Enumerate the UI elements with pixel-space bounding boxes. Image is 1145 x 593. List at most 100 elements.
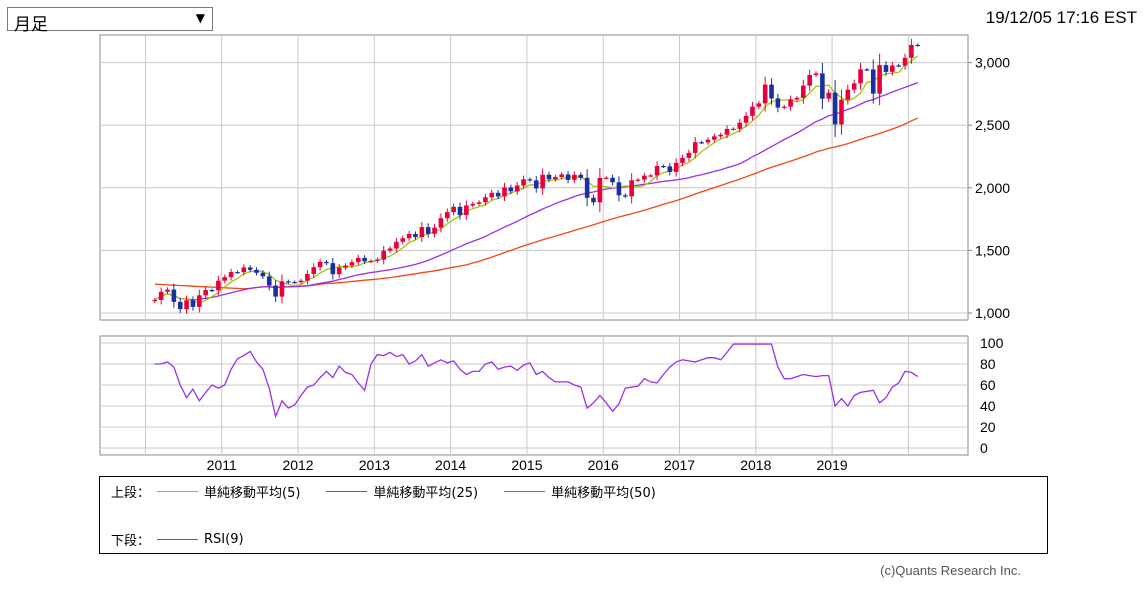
price-panel: [99, 34, 969, 321]
legend-item-sma50: 単純移動平均(50): [504, 482, 656, 501]
candle-body: [235, 272, 240, 274]
legend-swatch-sma25: [326, 491, 368, 492]
candle-body: [603, 177, 609, 179]
candle-body: [597, 177, 603, 203]
candle-body: [781, 106, 787, 108]
legend-label-rsi: RSI(9): [204, 532, 244, 547]
candle-body: [629, 180, 634, 197]
x-tick-label: 2012: [282, 457, 313, 470]
candle-body: [406, 233, 412, 239]
candle-body: [260, 272, 266, 277]
candle-body: [476, 202, 482, 204]
x-tick-label: 2016: [588, 457, 619, 470]
legend-lower-row: 下段： RSI(9): [111, 530, 270, 549]
candle-body: [216, 280, 221, 291]
x-tick-label: 2017: [664, 457, 695, 470]
candle-body: [419, 227, 425, 238]
candle-body: [750, 106, 755, 116]
candle-body: [521, 179, 526, 186]
candle-body: [743, 115, 749, 123]
candle-body: [673, 162, 679, 172]
candle-body: [381, 250, 386, 260]
candle-body: [317, 261, 323, 268]
candle-body: [368, 260, 374, 263]
candle-body: [572, 174, 577, 180]
candle-body: [769, 84, 774, 99]
rsi-tick-label: 80: [980, 356, 996, 372]
candle-body: [654, 166, 660, 176]
x-tick-label: 2011: [207, 457, 237, 470]
candle-body: [305, 273, 310, 281]
candle-body: [832, 92, 838, 125]
legend: 上段： 単純移動平均(5) 単純移動平均(25) 単純移動平均(50) 下段： …: [99, 476, 1048, 554]
candle-body: [788, 99, 793, 107]
candle-body: [718, 134, 723, 137]
x-tick-label: 2019: [817, 457, 848, 470]
candle-body: [171, 289, 177, 302]
candle-body: [514, 185, 520, 192]
candle-body: [775, 98, 781, 108]
candle-body: [527, 179, 533, 181]
candle-body: [400, 238, 406, 242]
candle-body: [394, 241, 399, 249]
candle-body: [870, 69, 876, 94]
candle-body: [330, 263, 336, 275]
candle-body: [553, 177, 558, 180]
candle-body: [705, 139, 711, 143]
candle-body: [648, 175, 654, 177]
candle-body: [680, 157, 685, 163]
candle-body: [578, 174, 584, 178]
candle-body: [762, 84, 768, 104]
candle-body: [845, 89, 851, 100]
price-tick-label: 1,500: [975, 242, 1010, 258]
candle-body: [851, 83, 857, 90]
candle-body: [610, 177, 615, 183]
candle-body: [533, 180, 539, 189]
candle-body: [209, 290, 215, 292]
candle-body: [343, 265, 348, 268]
candle-body: [896, 65, 901, 67]
rsi-tick-label: 100: [980, 335, 1004, 351]
candle-body: [336, 267, 342, 275]
candle-body: [826, 92, 832, 99]
price-tick-label: 2,500: [975, 117, 1010, 133]
candle-body: [877, 65, 882, 94]
candle-body: [584, 177, 590, 198]
candle-body: [355, 257, 361, 263]
x-tick-label: 2015: [511, 457, 542, 470]
candle-body: [241, 267, 247, 273]
candle-body: [298, 280, 304, 283]
candle-body: [177, 301, 183, 310]
candle-body: [444, 212, 450, 219]
candle-body: [451, 206, 456, 213]
candle-body: [883, 65, 889, 72]
candle-body: [546, 174, 552, 180]
rsi-tick-label: 20: [980, 419, 996, 435]
candle-body: [483, 197, 488, 203]
candle-body: [387, 248, 393, 251]
candle-body: [540, 174, 545, 189]
candle-body: [273, 285, 278, 297]
candle-body: [635, 179, 641, 181]
candle-body: [559, 174, 565, 178]
candle-body: [858, 69, 863, 84]
candle-body: [266, 276, 272, 286]
candle-body: [565, 174, 571, 180]
candle-body: [228, 272, 234, 278]
legend-swatch-rsi: [157, 539, 198, 540]
candle-body: [756, 103, 762, 107]
candle-body: [438, 218, 444, 228]
candle-body: [362, 257, 367, 262]
legend-lower-label: 下段：: [111, 534, 151, 549]
candle-body: [197, 295, 202, 307]
candle-body: [699, 142, 704, 144]
candle-body: [184, 300, 189, 310]
legend-label-sma5: 単純移動平均(5): [204, 486, 301, 501]
candle-body: [616, 182, 622, 196]
candle-body: [413, 233, 418, 238]
candle-body: [464, 205, 469, 216]
price-tick-label: 2,000: [975, 180, 1010, 196]
rsi-tick-label: 60: [980, 377, 996, 393]
candle-body: [203, 290, 208, 296]
candle-body: [508, 187, 514, 192]
